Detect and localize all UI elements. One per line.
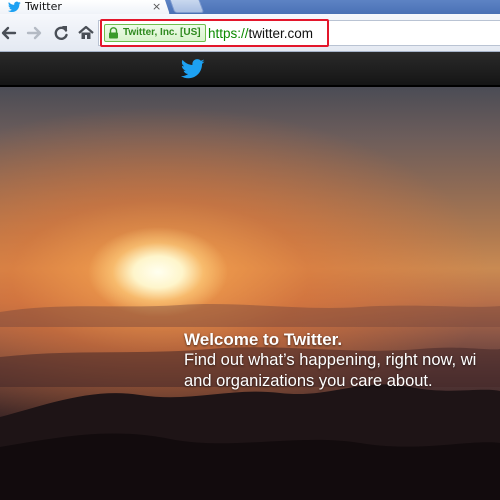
site-header xyxy=(0,52,500,86)
tab-twitter[interactable]: Twitter × xyxy=(0,0,170,15)
lock-icon xyxy=(109,27,118,39)
reload-icon[interactable] xyxy=(52,24,70,42)
url-scheme: https:// xyxy=(208,26,249,41)
new-tab-button[interactable] xyxy=(169,0,205,13)
back-arrow-icon[interactable] xyxy=(0,24,18,42)
home-icon[interactable] xyxy=(77,24,95,42)
ev-certificate-badge[interactable]: Twitter, Inc. [US] xyxy=(104,24,206,42)
tab-title: Twitter xyxy=(25,0,62,13)
twitter-bird-icon[interactable] xyxy=(181,59,205,79)
welcome-title: Welcome to Twitter. xyxy=(184,330,343,349)
welcome-description-line-1: Find out what’s happening, right now, wi xyxy=(184,351,477,369)
twitter-bird-icon xyxy=(8,1,21,12)
hero-background: Welcome to Twitter. Find out what’s happ… xyxy=(0,87,500,500)
tab-close-button[interactable]: × xyxy=(152,0,161,14)
url-text[interactable]: https://twitter.com xyxy=(208,25,313,43)
forward-arrow-icon[interactable] xyxy=(25,24,43,42)
welcome-description-line-2: and organizations you care about. xyxy=(184,372,433,390)
tab-strip: Twitter × xyxy=(0,0,500,15)
ev-certificate-label: Twitter, Inc. [US] xyxy=(123,27,201,38)
hero-landscape xyxy=(0,304,500,500)
url-host: twitter.com xyxy=(248,26,314,41)
